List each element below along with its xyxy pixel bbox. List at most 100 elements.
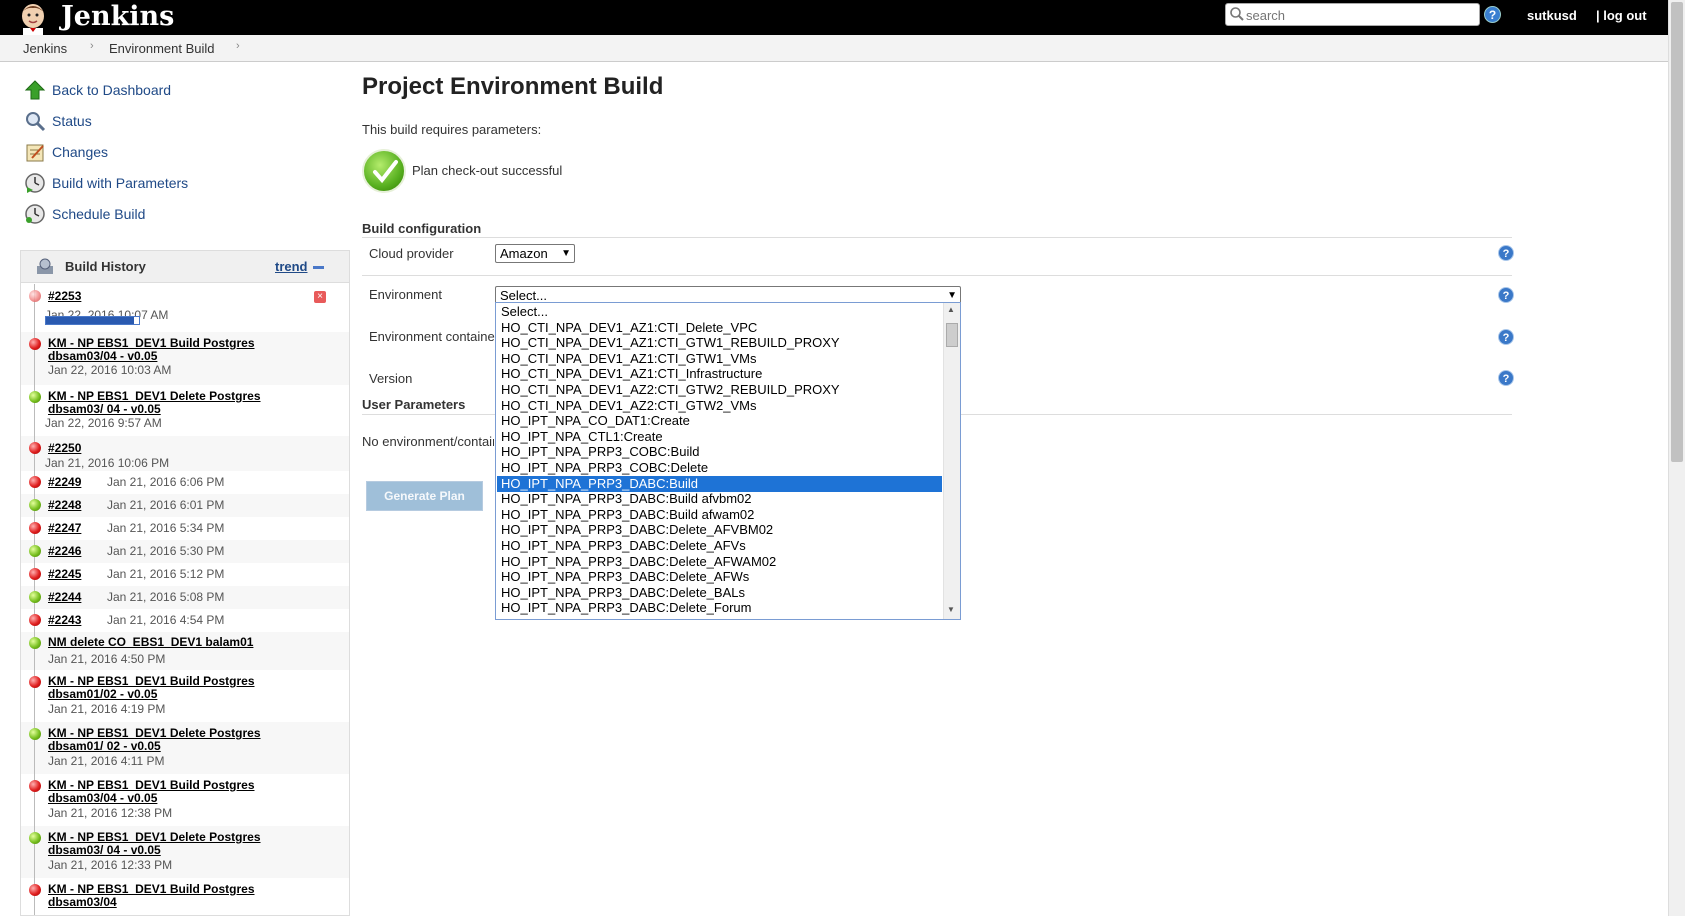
build-link[interactable]: #2250 xyxy=(48,441,81,455)
help-icon[interactable]: ? xyxy=(1484,6,1501,23)
breadcrumb-separator-icon[interactable]: › xyxy=(90,40,94,52)
task-back-to-dashboard[interactable]: Back to Dashboard xyxy=(24,79,171,101)
build-link[interactable]: #2244 xyxy=(48,590,81,604)
collapse-icon[interactable] xyxy=(313,266,324,269)
build-link[interactable]: #2248 xyxy=(48,498,81,512)
environment-option[interactable]: Select... xyxy=(497,304,942,320)
build-date: Jan 22, 2016 10:03 AM xyxy=(48,363,172,377)
task-label[interactable]: Schedule Build xyxy=(52,206,145,222)
help-icon[interactable]: ? xyxy=(1498,329,1514,345)
environment-option[interactable]: HO_CTI_NPA_DEV1_AZ2:CTI_GTW2_REBUILD_PRO… xyxy=(497,382,942,398)
environment-option[interactable]: HO_IPT_NPA_PRP3_DABC:Build xyxy=(497,475,942,492)
environment-option[interactable]: HO_IPT_NPA_CTL1:Create xyxy=(497,429,942,445)
running-ball-icon xyxy=(29,290,41,302)
environment-option[interactable]: HO_IPT_NPA_PRP3_DABC:Delete_AFWAM02 xyxy=(497,554,942,570)
task-label[interactable]: Build with Parameters xyxy=(52,175,188,191)
logout-link[interactable]: | log out xyxy=(1596,8,1647,23)
task-changes[interactable]: Changes xyxy=(24,141,108,163)
build-history-title: Build History xyxy=(65,259,146,274)
page-scrollbar[interactable] xyxy=(1668,0,1685,916)
jenkins-brand[interactable]: Jenkins xyxy=(61,0,174,33)
search-box[interactable] xyxy=(1225,3,1480,26)
help-icon[interactable]: ? xyxy=(1498,287,1514,303)
environment-option[interactable]: HO_CTI_NPA_DEV1_AZ1:CTI_GTW1_REBUILD_PRO… xyxy=(497,335,942,351)
help-icon[interactable]: ? xyxy=(1498,370,1514,386)
environment-option[interactable]: HO_IPT_NPA_PRP3_DABC:Delete_AFVs xyxy=(497,538,942,554)
task-label[interactable]: Changes xyxy=(52,144,108,160)
help-icon[interactable]: ? xyxy=(1498,245,1514,261)
environment-option[interactable]: HO_IPT_NPA_PRP3_DABC:Build afvbm02 xyxy=(497,491,942,507)
build-link[interactable]: #2246 xyxy=(48,544,81,558)
generate-plan-button[interactable]: Generate Plan xyxy=(366,481,483,511)
search-icon xyxy=(1230,7,1244,21)
task-label[interactable]: Back to Dashboard xyxy=(52,82,171,98)
breadcrumb-separator-icon[interactable]: › xyxy=(236,40,240,52)
build-link[interactable]: #2245 xyxy=(48,567,81,581)
build-date: Jan 21, 2016 5:30 PM xyxy=(107,544,225,558)
build-date: Jan 21, 2016 12:33 PM xyxy=(48,858,173,872)
build-history-row: #2247 Jan 21, 2016 5:34 PM xyxy=(21,517,349,540)
build-history-row: KM - NP EBS1_DEV1 Build Postgres dbsam03… xyxy=(21,774,349,826)
jenkins-page: Jenkins ? sutkusd | log out Jenkins › En… xyxy=(0,0,1685,916)
environment-option[interactable]: HO_IPT_NPA_PRP3_DABC:Delete_BALs xyxy=(497,585,942,601)
build-link[interactable]: KM - NP EBS1_DEV1 Build Postgres dbsam03… xyxy=(48,337,318,363)
scroll-thumb[interactable] xyxy=(946,323,958,347)
environment-option[interactable]: HO_IPT_NPA_PRP3_COBC:Delete xyxy=(497,460,942,476)
environment-option[interactable]: HO_IPT_NPA_CO_DAT1:Create xyxy=(497,413,942,429)
top-header: Jenkins ? sutkusd | log out xyxy=(0,0,1668,35)
failure-ball-icon xyxy=(29,568,41,580)
cloud-provider-select[interactable]: Amazon ▼ xyxy=(495,244,575,263)
environment-option[interactable]: HO_IPT_NPA_PRP3_COBC:Build xyxy=(497,444,942,460)
chevron-down-icon: ▼ xyxy=(561,248,571,259)
environment-option[interactable]: HO_CTI_NPA_DEV1_AZ2:CTI_GTW2_VMs xyxy=(497,398,942,414)
build-progress-bar[interactable] xyxy=(45,316,140,325)
build-history-row: #2250 Jan 21, 2016 10:06 PM xyxy=(21,436,349,471)
trend-link[interactable]: trend xyxy=(275,259,308,274)
notepad-icon xyxy=(26,144,44,162)
scroll-up-icon[interactable]: ▲ xyxy=(947,305,955,314)
breadcrumb-jenkins[interactable]: Jenkins xyxy=(23,41,67,56)
scroll-down-icon[interactable]: ▼ xyxy=(947,605,955,614)
build-link[interactable]: NM delete CO_EBS1_DEV1 balam01 xyxy=(48,636,318,649)
build-link[interactable]: KM - NP EBS1_DEV1 Build Postgres dbsam03… xyxy=(48,883,318,909)
failure-ball-icon xyxy=(29,522,41,534)
task-schedule-build[interactable]: Schedule Build xyxy=(24,203,145,225)
build-date: Jan 21, 2016 4:11 PM xyxy=(48,754,165,768)
environment-option[interactable]: HO_CTI_NPA_DEV1_AZ1:CTI_GTW1_VMs xyxy=(497,351,942,367)
dropdown-scrollbar[interactable]: ▲ ▼ xyxy=(943,303,960,619)
build-link[interactable]: KM - NP EBS1_DEV1 Delete Postgres dbsam0… xyxy=(48,390,318,416)
breadcrumb-environment-build[interactable]: Environment Build xyxy=(109,41,215,56)
build-history-row: KM - NP EBS1_DEV1 Build Postgres dbsam01… xyxy=(21,670,349,722)
clock-icon xyxy=(25,204,45,224)
environment-option[interactable]: HO_IPT_NPA_PRP3_DABC:Delete_Forum xyxy=(497,600,942,616)
build-link[interactable]: #2249 xyxy=(48,475,81,489)
build-link[interactable]: KM - NP EBS1_DEV1 Delete Postgres dbsam0… xyxy=(48,727,318,753)
cancel-build-icon[interactable]: × xyxy=(314,291,326,303)
build-link[interactable]: #2253 xyxy=(48,289,81,303)
environment-dropdown-list[interactable]: Select... HO_CTI_NPA_DEV1_AZ1:CTI_Delete_… xyxy=(495,302,961,620)
build-link[interactable]: KM - NP EBS1_DEV1 Delete Postgres dbsam0… xyxy=(48,831,318,857)
user-link[interactable]: sutkusd xyxy=(1527,8,1577,23)
build-link[interactable]: #2243 xyxy=(48,613,81,627)
build-link[interactable]: KM - NP EBS1_DEV1 Build Postgres dbsam03… xyxy=(48,779,318,805)
build-config-title: Build configuration xyxy=(362,221,482,236)
search-input[interactable] xyxy=(1246,6,1476,24)
build-link[interactable]: #2247 xyxy=(48,521,81,535)
no-environment-text: No environment/container xyxy=(362,434,494,449)
environment-option[interactable]: HO_IPT_NPA_PRP3_DABC:Build afwam02 xyxy=(497,507,942,523)
environment-option[interactable]: HO_CTI_NPA_DEV1_AZ1:CTI_Delete_VPC xyxy=(497,320,942,336)
build-date: Jan 21, 2016 5:12 PM xyxy=(107,567,225,581)
task-status[interactable]: Status xyxy=(24,110,92,132)
build-history-row: KM - NP EBS1_DEV1 Delete Postgres dbsam0… xyxy=(21,826,349,878)
build-history-row: #2249 Jan 21, 2016 6:06 PM xyxy=(21,471,349,494)
build-date: Jan 21, 2016 10:06 PM xyxy=(45,456,170,470)
environment-option[interactable]: HO_IPT_NPA_PRP3_DABC:Delete_AFVBM02 xyxy=(497,522,942,538)
page-scroll-thumb[interactable] xyxy=(1671,2,1683,462)
task-build-with-parameters[interactable]: Build with Parameters xyxy=(24,172,188,194)
task-label[interactable]: Status xyxy=(52,113,92,129)
environment-option[interactable]: HO_IPT_NPA_PRP3_DABC:Delete_AFWs xyxy=(497,569,942,585)
jenkins-butler-logo[interactable] xyxy=(8,0,58,35)
user-parameters-title: User Parameters xyxy=(362,397,466,412)
environment-option[interactable]: HO_CTI_NPA_DEV1_AZ1:CTI_Infrastructure xyxy=(497,366,942,382)
build-link[interactable]: KM - NP EBS1_DEV1 Build Postgres dbsam01… xyxy=(48,675,318,701)
